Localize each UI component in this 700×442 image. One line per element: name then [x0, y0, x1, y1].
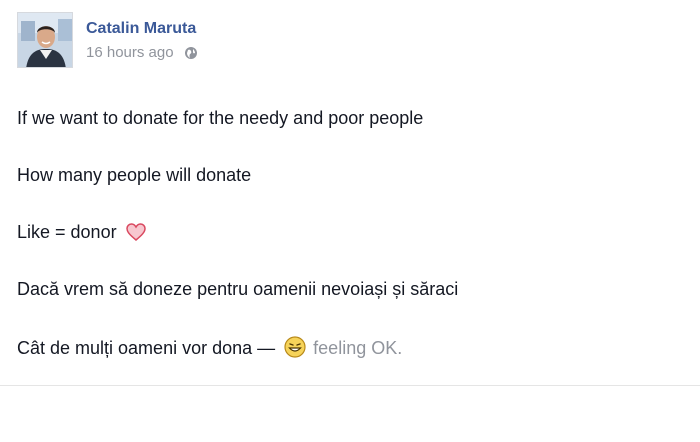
timestamp[interactable]: 16 hours ago — [86, 44, 174, 61]
post-text-line: Dacă vrem să doneze pentru oamenii nevoi… — [17, 279, 459, 299]
post-meta: 16 hours ago — [86, 44, 198, 64]
feeling-text[interactable]: feeling OK. — [313, 338, 402, 358]
author-name[interactable]: Catalin Maruta — [86, 20, 196, 38]
post-text-line: How many people will donate — [17, 165, 252, 185]
post-text-line: Cât de mulți oameni vor dona — feeling O… — [17, 336, 402, 363]
post-card: Catalin Maruta 16 hours ago If we want t… — [0, 0, 700, 442]
post-text-line: If we want to donate for the needy and p… — [17, 108, 424, 128]
smile-icon — [284, 336, 306, 363]
post-text-line-text: Cât de mulți oameni vor dona — — [17, 338, 276, 358]
avatar[interactable] — [17, 12, 73, 68]
avatar-image — [18, 13, 72, 67]
post-text-line: Like = donor — [17, 221, 146, 246]
post-text-line-text: Like = donor — [17, 222, 117, 242]
globe-icon[interactable] — [184, 46, 198, 64]
divider — [0, 385, 700, 386]
heart-icon — [125, 223, 146, 246]
